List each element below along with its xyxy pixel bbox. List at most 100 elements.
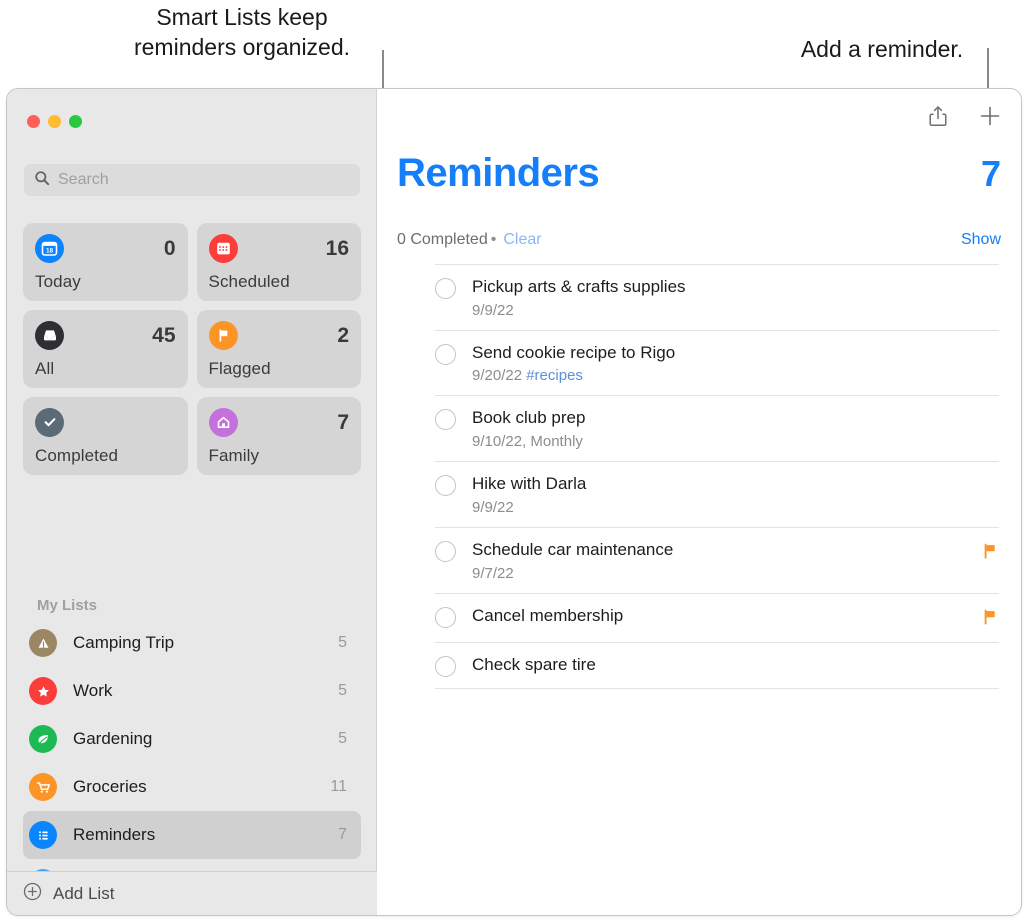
smart-list-label: All [35,359,55,378]
sidebar-item-label: Reminders [73,825,156,844]
search-field[interactable] [24,164,360,196]
house-icon [208,407,238,437]
smart-list-count: 45 [152,323,176,347]
main-toolbar [925,103,1003,129]
callout-add-reminder-text: Add a reminder. [800,36,964,62]
sidebar-item-gardening[interactable]: Gardening 5 [23,715,361,763]
reminder-row[interactable]: Book club prep 9/10/22, Monthly [435,395,999,461]
smart-list-flagged[interactable]: 2 Flagged [196,310,361,388]
sidebar-item-reminders[interactable]: Reminders 7 [23,811,361,859]
reminder-subtitle: 9/7/22 [472,565,981,582]
reminder-row[interactable]: Check spare tire [435,641,999,689]
my-lists: Camping Trip 5 Work 5 Gardening 5 Grocer… [23,619,361,907]
reminder-title: Check spare tire [472,654,596,674]
sidebar-item-count: 11 [330,778,347,795]
window-traffic-lights [27,115,82,128]
smart-list-label: Scheduled [208,272,290,291]
reminder-checkbox[interactable] [435,409,456,431]
smart-list-count: 7 [337,410,349,434]
add-reminder-button[interactable] [977,103,1003,129]
my-lists-section-header: My Lists [37,597,98,614]
screenshot-root: Smart Lists keep reminders organized. Ad… [0,0,1028,924]
page-count: 7 [980,153,1001,194]
add-list-button[interactable]: Add List [7,871,377,915]
maximize-window-button[interactable] [69,115,82,128]
smart-list-scheduled[interactable]: 16 Scheduled [196,223,361,301]
add-list-label: Add List [53,883,115,903]
reminder-row[interactable]: Pickup arts & crafts supplies 9/9/22 [435,264,999,330]
smart-list-label: Family [208,446,260,465]
reminder-checkbox[interactable] [435,655,456,677]
smart-list-completed[interactable]: Completed [23,397,188,475]
calendar-today-icon: 18 [35,233,64,263]
sidebar-item-count: 5 [338,730,347,747]
reminder-checkbox[interactable] [435,475,456,497]
plus-circle-icon [23,882,42,906]
sidebar-item-label: Camping Trip [73,633,175,652]
reminder-body: Schedule car maintenance 9/7/22 [472,540,981,582]
flag-icon[interactable] [981,542,999,565]
reminder-title: Hike with Darla [472,474,587,494]
smart-list-all[interactable]: 45 All [23,310,188,388]
checkmark-circle-icon [35,407,64,437]
sidebar-item-label: Work [73,681,113,700]
calendar-grid-icon [208,233,238,263]
reminder-date: 9/9/22 [472,301,514,319]
share-button[interactable] [925,103,951,129]
reminder-subtitle: 9/20/22 #recipes [472,367,999,384]
reminder-title: Send cookie recipe to Rigo [472,342,676,362]
smart-list-count: 0 [163,236,176,260]
reminder-date: 9/10/22, Monthly [472,433,583,451]
sidebar-item-count: 5 [338,682,347,699]
sidebar: 18 0 Today 16 Scheduled [7,89,377,915]
reminder-title: Cancel membership [472,605,624,625]
sidebar-item-camping-trip[interactable]: Camping Trip 5 [23,619,361,667]
reminder-body: Check spare tire [472,655,999,676]
reminder-tag[interactable]: #recipes [526,367,583,384]
reminder-title: Schedule car maintenance [472,539,674,559]
smart-list-label: Flagged [208,359,271,378]
reminder-checkbox[interactable] [435,540,456,562]
reminder-checkbox[interactable] [435,606,456,628]
sidebar-item-groceries[interactable]: Groceries 11 [23,763,361,811]
smart-list-family[interactable]: 7 Family [196,397,361,475]
smart-list-label: Today [35,272,81,291]
smart-list-label: Completed [35,446,119,465]
show-completed-link[interactable]: Show [961,231,1001,249]
sidebar-item-work[interactable]: Work 5 [23,667,361,715]
search-input[interactable] [58,171,338,189]
page-title: Reminders [397,151,600,195]
reminder-body: Cancel membership [472,606,981,627]
reminder-list: Pickup arts & crafts supplies 9/9/22 Sen… [435,264,999,689]
search-icon [34,170,50,191]
reminder-date: 9/20/22 [472,367,523,385]
reminder-row[interactable]: Schedule car maintenance 9/7/22 [435,526,999,593]
star-icon [29,677,57,705]
completed-count-label: 0 Completed [397,231,488,248]
reminder-row[interactable]: Cancel membership [435,592,999,642]
sidebar-item-count: 7 [338,826,347,843]
reminder-checkbox[interactable] [435,343,456,365]
sidebar-item-label: Groceries [73,777,147,796]
completed-row: 0 Completed • Clear Show [397,231,1001,249]
bullet-separator: • [490,231,497,248]
svg-text:18: 18 [46,247,54,254]
minimize-window-button[interactable] [48,115,61,128]
smart-list-count: 16 [325,236,349,260]
reminder-subtitle: 9/9/22 [472,499,999,516]
flag-icon [208,320,238,350]
tent-icon [29,629,57,657]
main-title-row: Reminders 7 [397,151,1001,196]
flag-icon[interactable] [981,608,999,631]
smart-list-today[interactable]: 18 0 Today [23,223,188,301]
sidebar-item-count: 5 [338,634,347,651]
reminder-row[interactable]: Hike with Darla 9/9/22 [435,461,999,527]
reminder-date: 9/7/22 [472,564,514,582]
reminder-row[interactable]: Send cookie recipe to Rigo 9/20/22 #reci… [435,329,999,396]
close-window-button[interactable] [27,115,40,128]
reminder-checkbox[interactable] [435,278,456,299]
sidebar-item-label: Gardening [73,729,153,748]
reminder-date: 9/9/22 [472,498,514,516]
clear-completed-link[interactable]: Clear [503,231,541,248]
reminder-body: Hike with Darla 9/9/22 [472,474,999,516]
